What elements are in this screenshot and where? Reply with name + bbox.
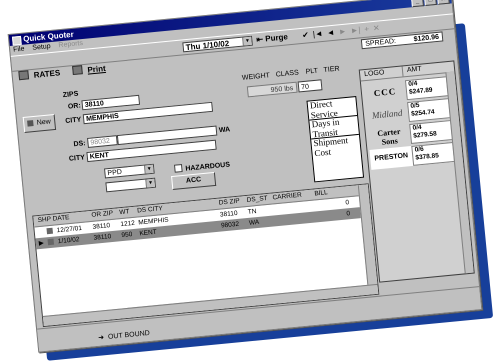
cell-ds-zip: 98032	[220, 220, 240, 230]
class-label: CLASS	[275, 69, 300, 79]
weight-input[interactable]: 950 lbs	[246, 81, 298, 98]
row-icon	[47, 238, 55, 246]
new-icon	[27, 120, 35, 127]
cell-ds-st: WA	[248, 218, 260, 227]
add-record-icon[interactable]: +	[364, 24, 370, 34]
chevron-down-icon[interactable]: ▼	[143, 164, 154, 174]
terms-value: PPD	[107, 168, 123, 178]
cell-ds-city: KENT	[139, 228, 158, 238]
col-ds-zip: DS ZIP	[218, 197, 241, 207]
last-record-icon[interactable]: ►|	[350, 25, 361, 36]
tier-label: TIER	[323, 65, 340, 74]
rates-label: RATES	[33, 68, 61, 80]
new-label: New	[36, 118, 52, 127]
rates-icon	[18, 70, 30, 81]
checkbox-box[interactable]	[173, 164, 183, 173]
rate-info-legend: Direct Service Days in Transit Shipment …	[306, 95, 365, 183]
menu-setup[interactable]: Setup	[32, 43, 51, 52]
print-label: Print	[87, 63, 107, 75]
or-label: OR:	[67, 102, 82, 111]
or-city-label: CITY	[64, 116, 82, 125]
carrier-rates-panel: LOGO AMT CCC 0/4 $247.89 Midland 0/5 $254.…	[358, 60, 475, 283]
delete-record-icon[interactable]: ✕	[373, 23, 381, 34]
cell-bill: 0	[346, 210, 351, 218]
chevron-down-icon[interactable]: ▼	[145, 178, 155, 188]
new-button[interactable]: New	[22, 113, 57, 133]
terms-select[interactable]: PPD ▼	[104, 163, 155, 179]
or-zip-input[interactable]: 38110	[81, 94, 141, 111]
zips-label: ZIPS	[62, 90, 79, 100]
quick-quoter-window: Quick Quoter _ □ X File Setup Reports Th…	[7, 0, 483, 353]
legend-shipment-cost: Shipment Cost	[313, 135, 349, 158]
logo-column-header: LOGO	[359, 66, 404, 81]
row-pointer-icon: ▶	[38, 239, 45, 248]
confirm-icon[interactable]: ✔	[302, 30, 310, 41]
purge-label: Purge	[264, 32, 289, 44]
printer-icon	[72, 65, 83, 76]
weight-label: WEIGHT	[241, 72, 271, 82]
menu-file[interactable]: File	[13, 46, 25, 54]
row-icon	[46, 227, 54, 235]
first-record-icon[interactable]: |◄	[312, 29, 323, 40]
purge-button[interactable]: ⇤ Purge	[256, 32, 288, 45]
plt-label: PLT	[305, 67, 319, 76]
spread-label: SPREAD:	[364, 37, 397, 48]
ds-city-label: CITY	[68, 154, 86, 163]
secondary-select[interactable]: ▼	[105, 177, 157, 193]
carrier-logo: PRESTON	[374, 152, 409, 163]
class-input[interactable]: 70	[297, 79, 323, 93]
col-bill: BILL	[314, 189, 329, 198]
acc-button[interactable]: ACC	[171, 171, 217, 191]
menu-reports: Reports	[58, 39, 84, 50]
cell-date: 1/10/02	[57, 236, 80, 246]
ds-zip-input[interactable]: 98032	[87, 135, 118, 148]
amount-column-header: AMT	[406, 65, 423, 74]
carrier-logo: CCC	[373, 86, 397, 99]
carrier-amount: 0/6 $378.85	[411, 141, 457, 166]
next-record-icon[interactable]: ►	[338, 27, 347, 38]
carrier-amount: 0/4 $247.89	[404, 76, 451, 101]
carrier-amount: 0/5 $254.74	[407, 97, 453, 123]
cell-or-zip: 38110	[93, 233, 112, 242]
direction-toggle[interactable]: ➜ OUT BOUND	[98, 329, 150, 342]
prev-record-icon[interactable]: ◄	[326, 28, 335, 39]
cell-bill: 0	[345, 199, 350, 207]
chevron-down-icon[interactable]: ▼	[242, 36, 252, 46]
carrier-logo: Midland	[371, 107, 403, 121]
arrow-right-icon: ➜	[97, 334, 105, 342]
ds-state: WA	[218, 126, 231, 135]
rates-button[interactable]: RATES	[18, 66, 61, 84]
col-ds-st: DS_ST	[246, 194, 268, 204]
hazardous-checkbox[interactable]: HAZARDOUS	[173, 159, 231, 173]
ds-label: DS:	[73, 140, 86, 149]
col-wt: WT	[118, 208, 130, 217]
cell-wt: 950	[121, 231, 133, 240]
carrier-amount: 0/4 $279.58	[409, 119, 455, 144]
print-button[interactable]: Print	[72, 62, 106, 79]
carrier-logo: Carter Sons	[376, 126, 401, 147]
hazardous-label: HAZARDOUS	[185, 161, 231, 173]
direction-label: OUT BOUND	[107, 329, 151, 341]
